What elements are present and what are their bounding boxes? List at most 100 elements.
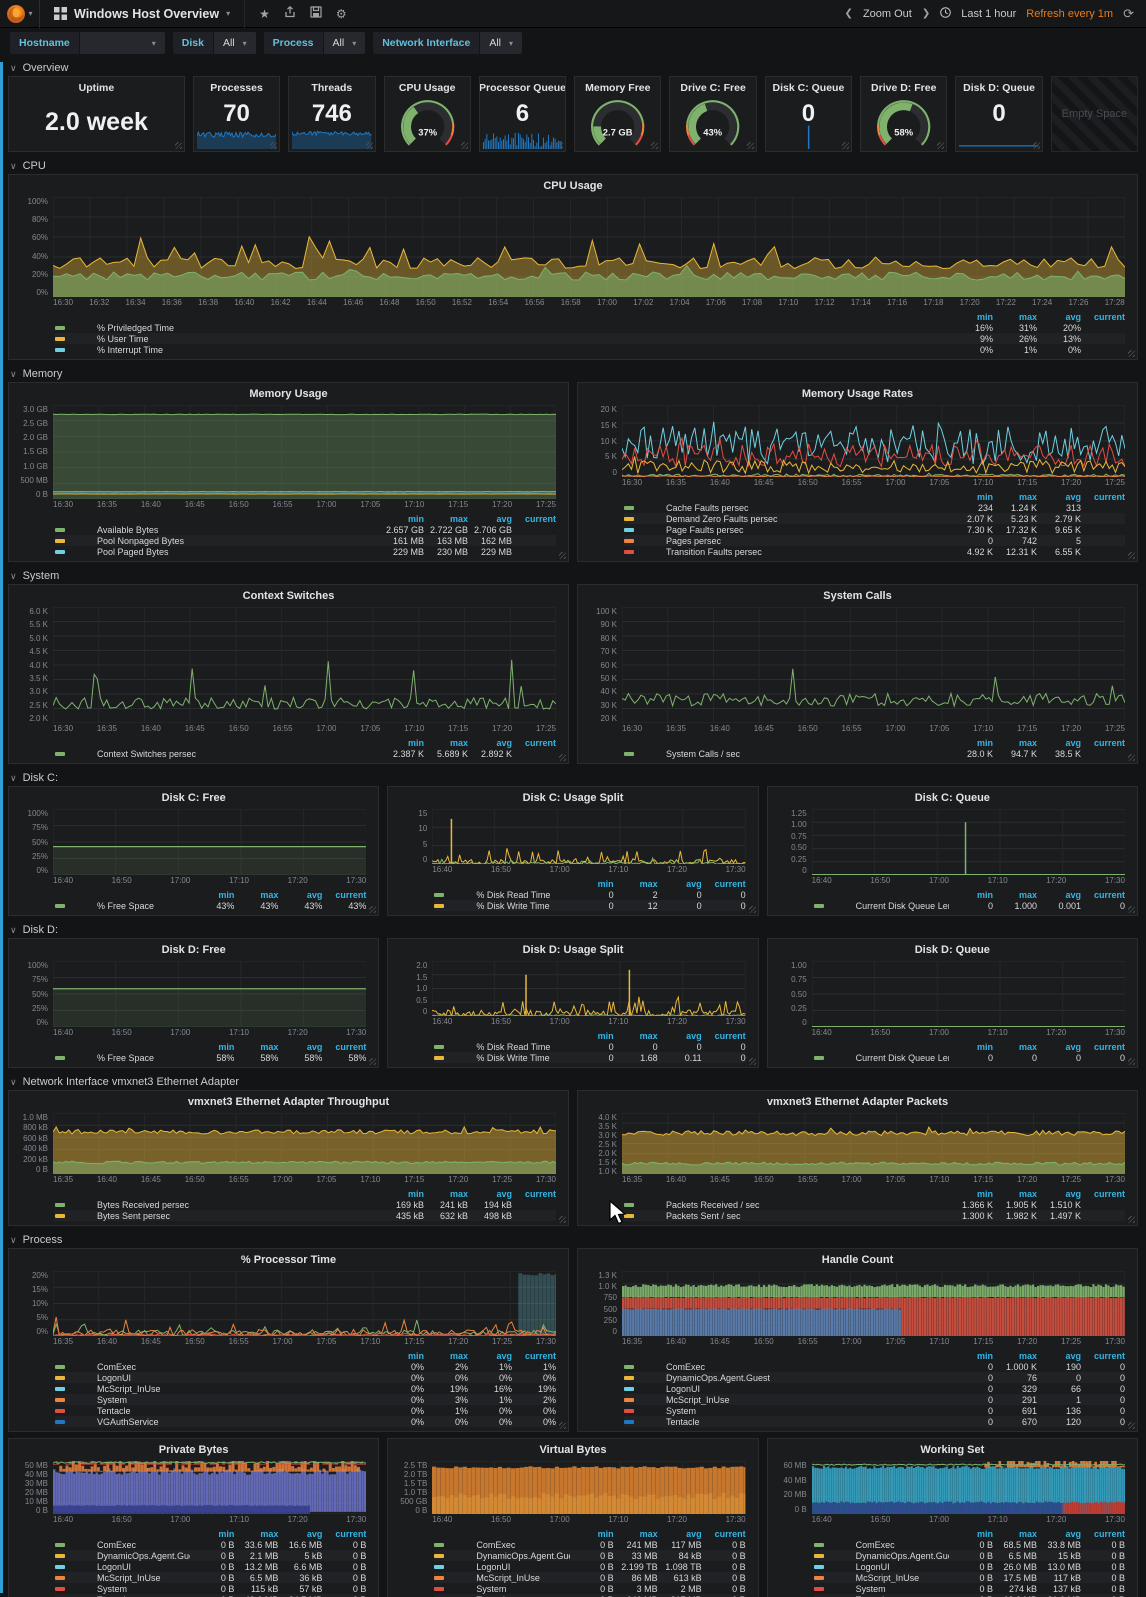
legend-series-color-icon[interactable] bbox=[624, 1375, 634, 1380]
panel-title[interactable]: Disk D: Usage Split bbox=[388, 939, 757, 958]
legend-series-name[interactable]: ComExec bbox=[97, 1362, 380, 1372]
legend-series-name[interactable]: % User Time bbox=[97, 334, 949, 344]
var-disk-select[interactable]: All ▾ bbox=[212, 32, 256, 54]
legend-series-color-icon[interactable] bbox=[55, 1364, 65, 1369]
row-header-system[interactable]: ∨ System bbox=[8, 568, 1138, 584]
panel-title[interactable]: Drive C: Free bbox=[680, 82, 745, 94]
panel-title[interactable]: Processor Queue bbox=[480, 82, 565, 94]
panel-title[interactable]: Handle Count bbox=[578, 1249, 1137, 1268]
graph-canvas[interactable] bbox=[622, 607, 1125, 723]
legend-series-name[interactable]: System bbox=[97, 1584, 190, 1594]
legend-series-color-icon[interactable] bbox=[624, 1386, 634, 1391]
time-forward-icon[interactable]: ❯ bbox=[922, 8, 930, 19]
legend-series-color-icon[interactable] bbox=[55, 527, 65, 532]
legend-series-name[interactable]: Available Bytes bbox=[97, 525, 380, 535]
star-icon[interactable]: ★ bbox=[259, 7, 270, 21]
legend-series-color-icon[interactable] bbox=[434, 1586, 445, 1591]
var-hostname-select[interactable]: ▾ bbox=[78, 32, 165, 54]
legend-series-color-icon[interactable] bbox=[813, 903, 824, 908]
panel-title[interactable]: Memory Usage Rates bbox=[578, 383, 1137, 402]
legend-series-name[interactable]: % Interrupt Time bbox=[97, 345, 949, 355]
graph-canvas[interactable] bbox=[622, 405, 1125, 477]
legend-series-color-icon[interactable] bbox=[55, 1542, 65, 1547]
legend-series-name[interactable]: Current Disk Queue Length bbox=[856, 1053, 949, 1063]
legend-series-name[interactable]: ComExec bbox=[97, 1540, 190, 1550]
legend-series-name[interactable]: ComExec bbox=[666, 1362, 949, 1372]
time-range-picker[interactable]: Last 1 hour bbox=[961, 8, 1016, 20]
legend-series-name[interactable]: McScript_InUse bbox=[666, 1395, 949, 1405]
graph-canvas[interactable] bbox=[812, 809, 1125, 875]
panel-title[interactable]: % Processor Time bbox=[9, 1249, 568, 1268]
legend-series-color-icon[interactable] bbox=[434, 892, 445, 897]
legend-series-name[interactable]: McScript_InUse bbox=[97, 1573, 190, 1583]
legend-series-name[interactable]: % Disk Read Time bbox=[476, 890, 569, 900]
panel-title[interactable]: Working Set bbox=[768, 1439, 1137, 1458]
legend-series-color-icon[interactable] bbox=[55, 1055, 65, 1060]
legend-series-color-icon[interactable] bbox=[434, 1564, 445, 1569]
save-icon[interactable] bbox=[310, 6, 322, 21]
legend-series-name[interactable]: DynamicOps.Agent.Guest bbox=[666, 1373, 949, 1383]
legend-series-name[interactable]: Transition Faults persec bbox=[666, 547, 949, 557]
legend-series-color-icon[interactable] bbox=[55, 1408, 65, 1413]
panel-title[interactable]: Drive D: Free bbox=[871, 82, 936, 94]
row-header-cpu[interactable]: ∨ CPU bbox=[8, 158, 1138, 174]
legend-series-name[interactable]: DynamicOps.Agent.Guest bbox=[476, 1551, 569, 1561]
legend-series-color-icon[interactable] bbox=[624, 549, 634, 554]
legend-series-color-icon[interactable] bbox=[624, 538, 634, 543]
legend-series-name[interactable]: Context Switches persec bbox=[97, 749, 380, 759]
legend-series-color-icon[interactable] bbox=[434, 1553, 445, 1558]
legend-series-color-icon[interactable] bbox=[55, 347, 65, 352]
legend-series-name[interactable]: System bbox=[666, 1406, 949, 1416]
legend-series-name[interactable]: % Free Space bbox=[97, 1053, 190, 1063]
legend-series-color-icon[interactable] bbox=[813, 1575, 824, 1580]
legend-series-name[interactable]: LogonUI bbox=[97, 1562, 190, 1572]
legend-series-color-icon[interactable] bbox=[55, 1202, 65, 1207]
legend-series-name[interactable]: Tentacle bbox=[666, 1417, 949, 1427]
panel-title[interactable]: Threads bbox=[311, 82, 352, 94]
legend-series-color-icon[interactable] bbox=[434, 903, 445, 908]
legend-series-name[interactable]: System bbox=[856, 1584, 949, 1594]
graph-canvas[interactable] bbox=[53, 961, 367, 1027]
grafana-logo[interactable]: ▾ bbox=[0, 0, 40, 28]
legend-series-name[interactable]: LogonUI bbox=[856, 1562, 949, 1572]
panel-title[interactable]: Disk D: Queue bbox=[963, 82, 1035, 94]
legend-series-name[interactable]: Pool Nonpaged Bytes bbox=[97, 536, 380, 546]
dashboard-picker[interactable]: Windows Host Overview ▾ bbox=[40, 0, 246, 28]
legend-series-color-icon[interactable] bbox=[55, 1575, 65, 1580]
legend-series-name[interactable]: McScript_InUse bbox=[476, 1573, 569, 1583]
graph-canvas[interactable] bbox=[53, 197, 1125, 297]
legend-series-color-icon[interactable] bbox=[55, 538, 65, 543]
legend-series-name[interactable]: Cache Faults persec bbox=[666, 503, 949, 513]
zoom-out-button[interactable]: Zoom Out bbox=[863, 8, 912, 20]
legend-series-name[interactable]: DynamicOps.Agent.Guest bbox=[97, 1551, 190, 1561]
panel-title[interactable]: Context Switches bbox=[9, 585, 568, 604]
panel-title[interactable]: vmxnet3 Ethernet Adapter Packets bbox=[578, 1091, 1137, 1110]
legend-series-name[interactable]: LogonUI bbox=[666, 1384, 949, 1394]
legend-series-color-icon[interactable] bbox=[813, 1586, 824, 1591]
row-header-disk-c[interactable]: ∨ Disk C: bbox=[8, 770, 1138, 786]
legend-series-name[interactable]: Pages persec bbox=[666, 536, 949, 546]
panel-title[interactable]: CPU Usage bbox=[399, 82, 456, 94]
legend-series-name[interactable]: System bbox=[476, 1584, 569, 1594]
legend-series-name[interactable]: % Disk Write Time bbox=[476, 901, 569, 911]
graph-canvas[interactable] bbox=[432, 961, 745, 1016]
row-header-network[interactable]: ∨ Network Interface vmxnet3 Ethernet Adap… bbox=[8, 1074, 1138, 1090]
legend-series-color-icon[interactable] bbox=[624, 751, 634, 756]
legend-series-name[interactable]: LogonUI bbox=[476, 1562, 569, 1572]
legend-series-color-icon[interactable] bbox=[55, 1586, 65, 1591]
legend-series-color-icon[interactable] bbox=[813, 1564, 824, 1569]
legend-series-color-icon[interactable] bbox=[434, 1044, 445, 1049]
legend-series-color-icon[interactable] bbox=[624, 516, 634, 521]
legend-series-name[interactable]: McScript_InUse bbox=[97, 1384, 380, 1394]
graph-canvas[interactable] bbox=[53, 809, 367, 875]
row-header-overview[interactable]: ∨ Overview bbox=[8, 60, 1138, 76]
graph-canvas[interactable] bbox=[53, 1271, 556, 1336]
panel-title[interactable]: Private Bytes bbox=[9, 1439, 378, 1458]
legend-series-color-icon[interactable] bbox=[55, 1213, 65, 1218]
legend-series-name[interactable]: System bbox=[97, 1395, 380, 1405]
legend-series-name[interactable]: Packets Sent / sec bbox=[666, 1211, 949, 1221]
legend-series-name[interactable]: DynamicOps.Agent.Guest bbox=[856, 1551, 949, 1561]
legend-series-name[interactable]: % Disk Read Time bbox=[476, 1042, 569, 1052]
legend-series-name[interactable]: Current Disk Queue Length bbox=[856, 901, 949, 911]
legend-series-name[interactable]: % Disk Write Time bbox=[476, 1053, 569, 1063]
